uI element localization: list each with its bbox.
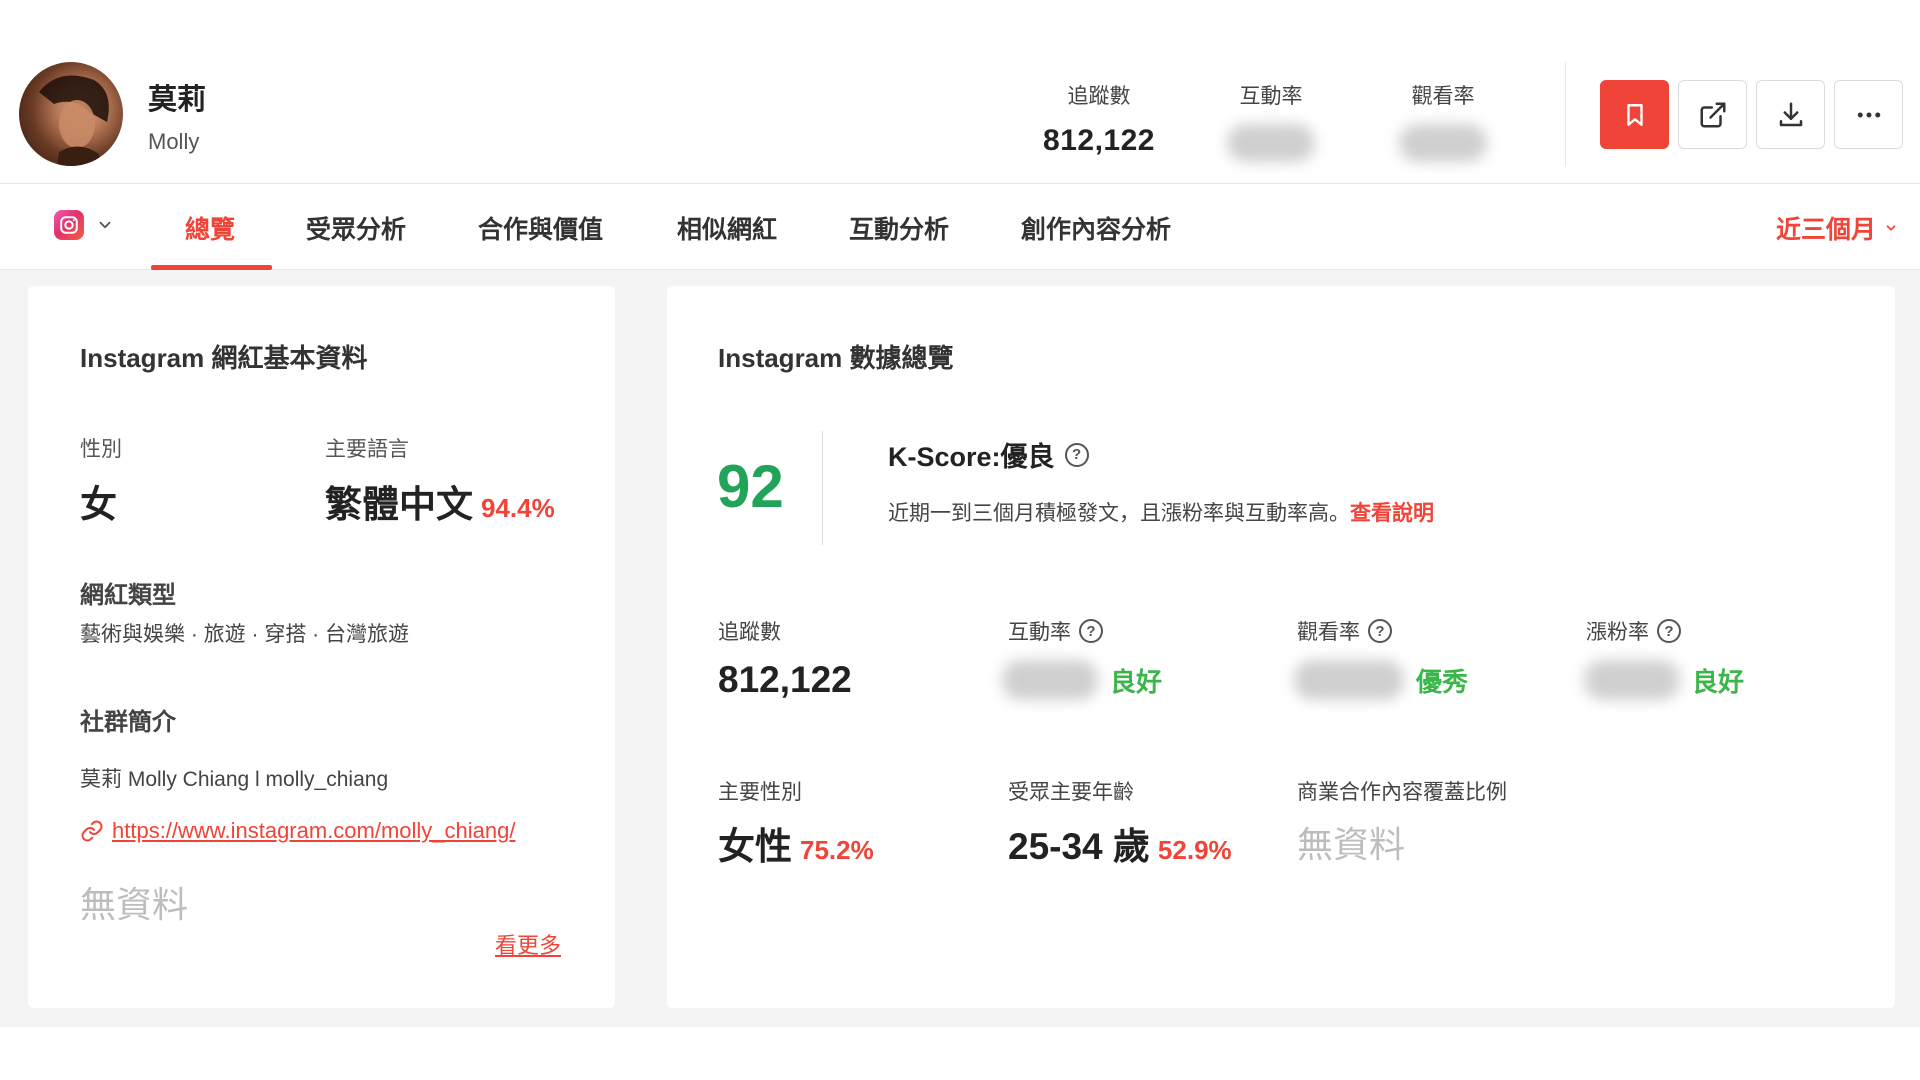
header-stat-value: 812,122 bbox=[1043, 124, 1155, 157]
avatar bbox=[19, 62, 123, 166]
more-icon bbox=[1857, 112, 1880, 117]
growth-rate-value-row: 良好 bbox=[1584, 660, 1744, 700]
bio-title: 社群簡介 bbox=[80, 709, 176, 736]
instagram-profile-link[interactable]: https://www.instagram.com/molly_chiang/ bbox=[112, 818, 516, 844]
engagement-grade: 良好 bbox=[1110, 666, 1163, 697]
growth-rate-grade: 良好 bbox=[1692, 666, 1745, 697]
main-gender-percentage: 75.2% bbox=[800, 835, 874, 865]
bookmark-button[interactable] bbox=[1600, 80, 1669, 149]
blurred-value bbox=[1227, 124, 1315, 162]
tab-collaboration-value[interactable]: 合作與價值 bbox=[478, 210, 603, 246]
card-title: Instagram 數據總覽 bbox=[718, 343, 954, 373]
external-link-icon bbox=[1700, 102, 1725, 127]
bookmark-icon bbox=[1626, 103, 1643, 126]
chevron-down-icon bbox=[1886, 225, 1896, 231]
see-more-link[interactable]: 看更多 bbox=[495, 928, 561, 960]
growth-rate-label: 漲粉率 bbox=[1586, 621, 1649, 644]
profile-name: 莫莉 bbox=[148, 84, 207, 116]
growth-rate-label-row: 漲粉率 ? bbox=[1586, 616, 1681, 646]
main-age-label: 受眾主要年齡 bbox=[1008, 781, 1134, 804]
followers-label: 追蹤數 bbox=[718, 621, 781, 644]
period-label: 近三個月 bbox=[1775, 216, 1876, 244]
main-age-value-row: 25-34 歲 52.9% bbox=[1008, 816, 1232, 870]
chevron-down-icon bbox=[99, 221, 111, 229]
gender-value: 女 bbox=[80, 484, 117, 525]
basic-info-card: Instagram 網紅基本資料 性別 女 主要語言 繁體中文 94.4% 網紅類… bbox=[28, 286, 615, 1008]
blurred-value bbox=[1584, 660, 1680, 700]
sponsored-coverage-value: 無資料 bbox=[1297, 824, 1406, 865]
bio-no-data: 無資料 bbox=[80, 884, 189, 925]
instagram-icon bbox=[54, 210, 84, 240]
profile-header: 莫莉 Molly 追蹤數 812,122 互動率 觀看率 bbox=[0, 0, 1920, 184]
influencer-type-value: 藝術與娛樂 · 旅遊 · 穿搭 · 台灣旅遊 bbox=[80, 623, 409, 646]
engagement-label-row: 互動率 ? bbox=[1008, 616, 1103, 646]
kscore-divider bbox=[822, 431, 823, 545]
language-value: 繁體中文 bbox=[325, 484, 473, 525]
help-icon[interactable]: ? bbox=[1368, 619, 1392, 643]
language-label: 主要語言 bbox=[325, 438, 409, 461]
main-gender-label: 主要性別 bbox=[718, 781, 802, 804]
sponsored-coverage-label: 商業合作內容覆蓋比例 bbox=[1297, 781, 1507, 804]
external-link-button[interactable] bbox=[1678, 80, 1747, 149]
blurred-value bbox=[1294, 660, 1404, 700]
kscore-title-row: K-Score:優良 ? bbox=[888, 435, 1089, 474]
header-stat-label: 觀看率 bbox=[1411, 85, 1475, 108]
influencer-type-title: 網紅類型 bbox=[80, 582, 176, 609]
main-gender-value-row: 女性 75.2% bbox=[718, 816, 874, 870]
tab-similar-influencers[interactable]: 相似網紅 bbox=[677, 210, 777, 246]
kscore-help-link[interactable]: 查看說明 bbox=[1350, 502, 1434, 525]
blurred-value bbox=[1399, 124, 1487, 162]
download-icon bbox=[1779, 102, 1802, 126]
tab-overview[interactable]: 總覽 bbox=[185, 210, 235, 246]
kscore-title: K-Score:優良 bbox=[888, 442, 1055, 472]
kscore-value: 92 bbox=[717, 453, 784, 520]
view-rate-grade: 優秀 bbox=[1416, 666, 1469, 697]
blurred-value bbox=[1002, 660, 1098, 700]
card-title: Instagram 網紅基本資料 bbox=[80, 343, 368, 373]
view-rate-label: 觀看率 bbox=[1297, 621, 1360, 644]
language-percentage: 94.4% bbox=[481, 493, 555, 523]
kscore-description-row: 近期一到三個月積極發文，且漲粉率與互動率高。查看說明 bbox=[888, 497, 1434, 527]
bio-link-row: https://www.instagram.com/molly_chiang/ bbox=[80, 818, 516, 844]
header-stat-view-rate: 觀看率 bbox=[1368, 80, 1518, 167]
page: 莫莉 Molly 追蹤數 812,122 互動率 觀看率 總覽 受眾分析 合作與… bbox=[0, 0, 1920, 1080]
period-selector[interactable]: 近三個月 bbox=[1776, 210, 1898, 246]
help-icon[interactable]: ? bbox=[1079, 619, 1103, 643]
platform-selector[interactable] bbox=[54, 210, 114, 240]
download-button[interactable] bbox=[1756, 80, 1825, 149]
tab-audience-analysis[interactable]: 受眾分析 bbox=[306, 210, 406, 246]
more-button[interactable] bbox=[1834, 80, 1903, 149]
profile-username: Molly bbox=[148, 129, 200, 154]
main-age-percentage: 52.9% bbox=[1157, 835, 1232, 865]
main-gender-value: 女性 bbox=[718, 826, 792, 867]
tab-content-analysis[interactable]: 創作內容分析 bbox=[1021, 210, 1171, 246]
main-age-value: 25-34 歲 bbox=[1008, 826, 1150, 867]
bio-text: 莫莉 Molly Chiang l molly_chiang bbox=[80, 768, 389, 791]
language-value-row: 繁體中文 94.4% bbox=[325, 474, 555, 528]
followers-value: 812,122 bbox=[718, 659, 852, 700]
gender-label: 性別 bbox=[80, 438, 122, 461]
tab-engagement-analysis[interactable]: 互動分析 bbox=[849, 210, 949, 246]
kscore-description: 近期一到三個月積極發文，且漲粉率與互動率高。 bbox=[888, 502, 1350, 525]
header-divider bbox=[1565, 62, 1566, 166]
header-stat-engagement: 互動率 bbox=[1196, 80, 1346, 167]
view-rate-value-row: 優秀 bbox=[1294, 660, 1468, 700]
header-stat-label: 互動率 bbox=[1239, 85, 1303, 108]
header-stat-followers: 追蹤數 812,122 bbox=[1024, 80, 1174, 158]
help-icon[interactable]: ? bbox=[1064, 442, 1089, 467]
engagement-value-row: 良好 bbox=[1002, 660, 1162, 700]
tab-bar: 總覽 受眾分析 合作與價值 相似網紅 互動分析 創作內容分析 近三個月 bbox=[0, 184, 1920, 270]
help-icon[interactable]: ? bbox=[1657, 619, 1681, 643]
link-icon bbox=[81, 820, 103, 842]
data-overview-card: Instagram 數據總覽 bbox=[667, 286, 1895, 1008]
view-rate-label-row: 觀看率 ? bbox=[1297, 616, 1392, 646]
engagement-label: 互動率 bbox=[1008, 621, 1071, 644]
header-stat-label: 追蹤數 bbox=[1067, 85, 1131, 108]
